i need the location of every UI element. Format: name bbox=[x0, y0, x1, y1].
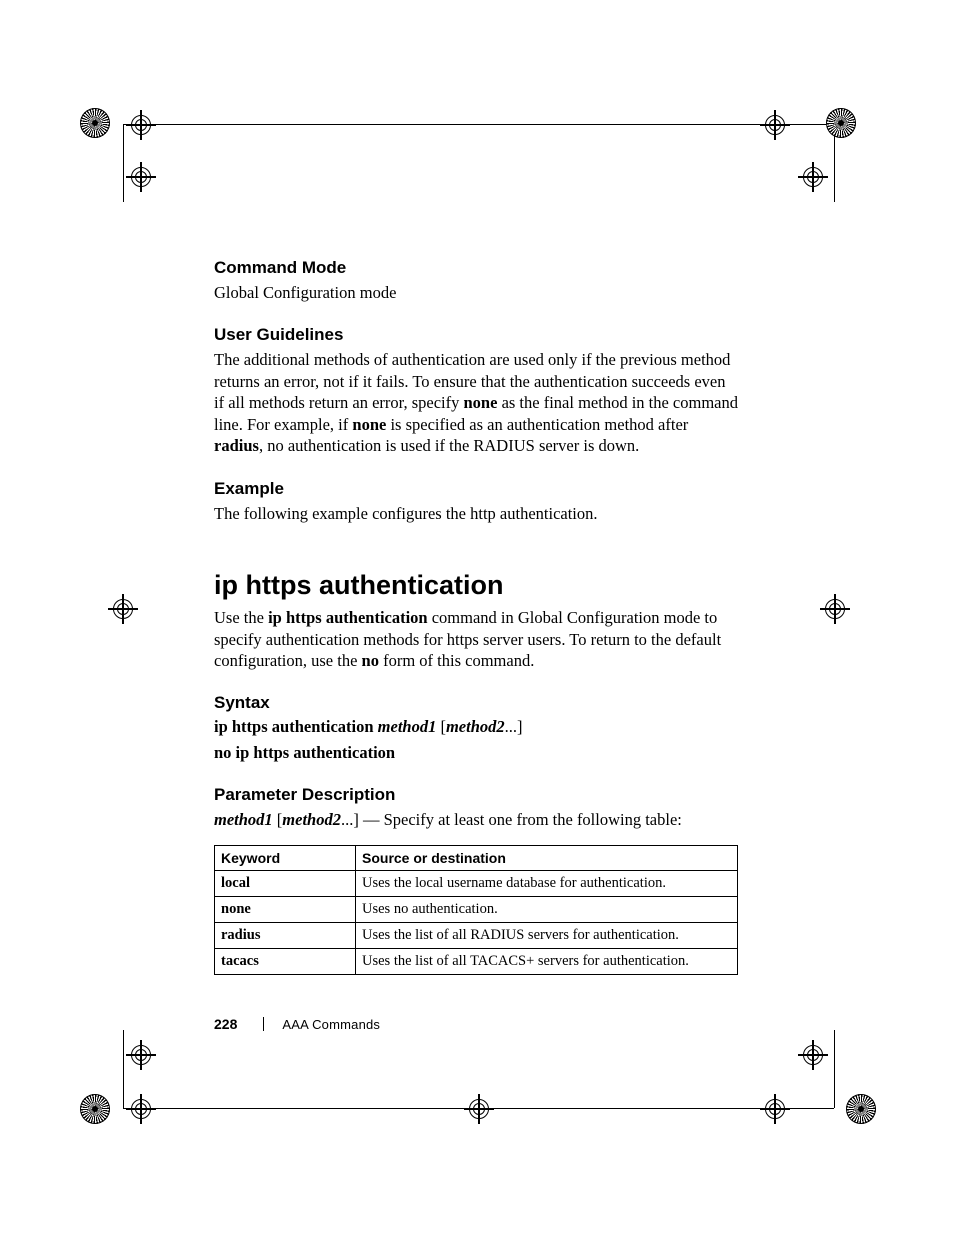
parameter-lead: method1 [method2...] — Specify at least … bbox=[214, 809, 738, 830]
command-intro: Use the ip https authentication command … bbox=[214, 607, 738, 671]
cell-keyword: local bbox=[215, 870, 356, 896]
cell-desc: Uses the list of all TACACS+ servers for… bbox=[356, 948, 738, 974]
cell-keyword: radius bbox=[215, 922, 356, 948]
crop-rule-right-bot bbox=[834, 1030, 835, 1108]
page-content: Command Mode Global Configuration mode U… bbox=[214, 258, 738, 975]
tone-dot bbox=[80, 1094, 110, 1124]
crop-rule-left-top bbox=[123, 124, 124, 202]
tone-dot bbox=[826, 108, 856, 138]
cell-desc: Uses no authentication. bbox=[356, 896, 738, 922]
text-user-guidelines: The additional methods of authentication… bbox=[214, 349, 738, 456]
col-keyword: Keyword bbox=[215, 845, 356, 870]
registration-mark bbox=[126, 1040, 156, 1070]
registration-mark bbox=[126, 162, 156, 192]
crop-rule-top bbox=[123, 124, 834, 125]
page-number: 228 bbox=[214, 1016, 237, 1032]
heading-command-mode: Command Mode bbox=[214, 258, 738, 278]
heading-syntax: Syntax bbox=[214, 693, 738, 713]
cell-desc: Uses the list of all RADIUS servers for … bbox=[356, 922, 738, 948]
heading-parameter-description: Parameter Description bbox=[214, 785, 738, 805]
crop-rule-left-bot bbox=[123, 1030, 124, 1108]
tone-dot bbox=[80, 108, 110, 138]
table-row: local Uses the local username database f… bbox=[215, 870, 738, 896]
tone-dot bbox=[846, 1094, 876, 1124]
registration-mark bbox=[464, 1094, 494, 1124]
syntax-line-1: ip https authentication method1 [method2… bbox=[214, 717, 738, 737]
registration-mark bbox=[798, 162, 828, 192]
table-header-row: Keyword Source or destination bbox=[215, 845, 738, 870]
table-row: radius Uses the list of all RADIUS serve… bbox=[215, 922, 738, 948]
chapter-label: AAA Commands bbox=[282, 1017, 380, 1032]
footer-separator bbox=[263, 1017, 264, 1031]
col-source: Source or destination bbox=[356, 845, 738, 870]
table-row: none Uses no authentication. bbox=[215, 896, 738, 922]
syntax-line-2: no ip https authentication bbox=[214, 743, 738, 763]
heading-user-guidelines: User Guidelines bbox=[214, 325, 738, 345]
registration-mark bbox=[126, 110, 156, 140]
table-row: tacacs Uses the list of all TACACS+ serv… bbox=[215, 948, 738, 974]
registration-mark bbox=[126, 1094, 156, 1124]
cell-keyword: none bbox=[215, 896, 356, 922]
registration-mark bbox=[760, 1094, 790, 1124]
heading-example: Example bbox=[214, 479, 738, 499]
command-title: ip https authentication bbox=[214, 570, 738, 601]
registration-mark bbox=[108, 594, 138, 624]
registration-mark bbox=[820, 594, 850, 624]
page-footer: 228 AAA Commands bbox=[214, 1016, 380, 1032]
text-example: The following example configures the htt… bbox=[214, 503, 738, 524]
registration-mark bbox=[798, 1040, 828, 1070]
registration-mark bbox=[760, 110, 790, 140]
parameter-table: Keyword Source or destination local Uses… bbox=[214, 845, 738, 975]
cell-keyword: tacacs bbox=[215, 948, 356, 974]
cell-desc: Uses the local username database for aut… bbox=[356, 870, 738, 896]
text-command-mode: Global Configuration mode bbox=[214, 282, 738, 303]
